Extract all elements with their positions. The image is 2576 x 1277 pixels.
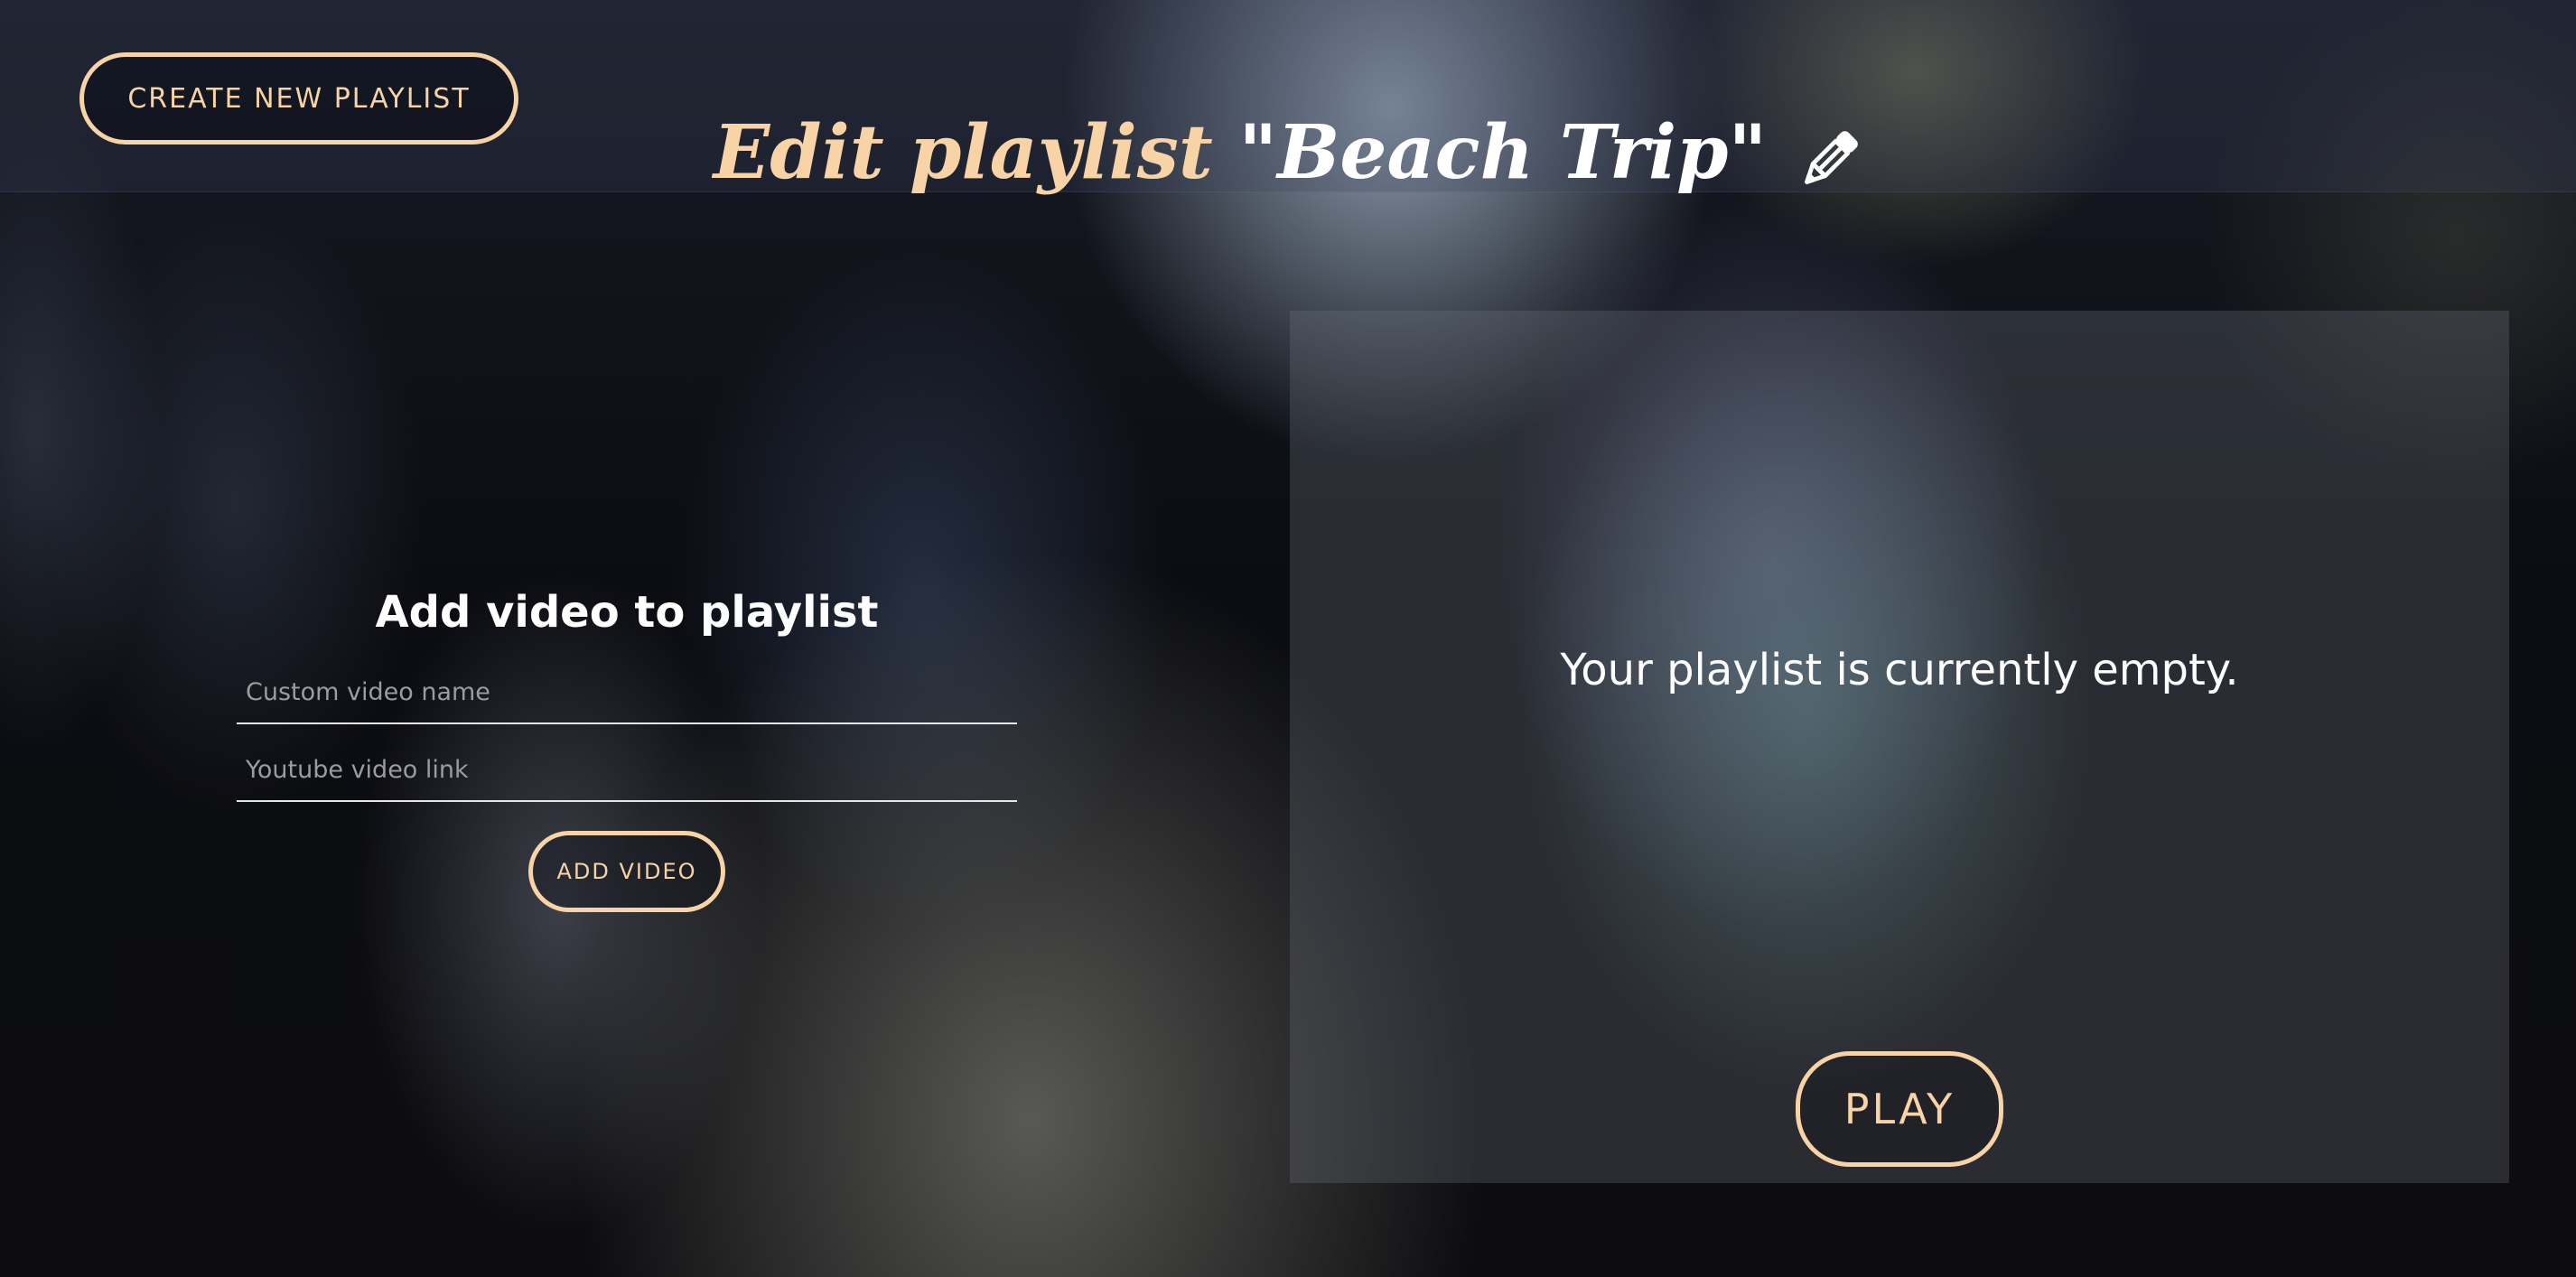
empty-playlist-message: Your playlist is currently empty. (1560, 645, 2239, 695)
page-title: Edit playlist "Beach Trip" (0, 98, 2576, 207)
add-video-form: Add video to playlist ADD VIDEO (237, 576, 1017, 912)
playlist-panel: Your playlist is currently empty. PLAY (1290, 311, 2509, 1183)
add-video-button-row: ADD VIDEO (237, 831, 1017, 912)
page-header: CREATE NEW PLAYLIST Edit playlist "Beach… (0, 0, 2576, 196)
add-video-button[interactable]: ADD VIDEO (528, 831, 725, 912)
custom-video-name-input[interactable] (237, 661, 1017, 724)
pencil-icon[interactable] (1794, 116, 1862, 184)
page-title-prefix: Edit playlist (713, 108, 1239, 196)
add-video-title: Add video to playlist (375, 587, 879, 638)
playlist-name: "Beach Trip" (1238, 108, 1768, 196)
play-button[interactable]: PLAY (1796, 1051, 2003, 1167)
youtube-video-link-input[interactable] (237, 739, 1017, 802)
